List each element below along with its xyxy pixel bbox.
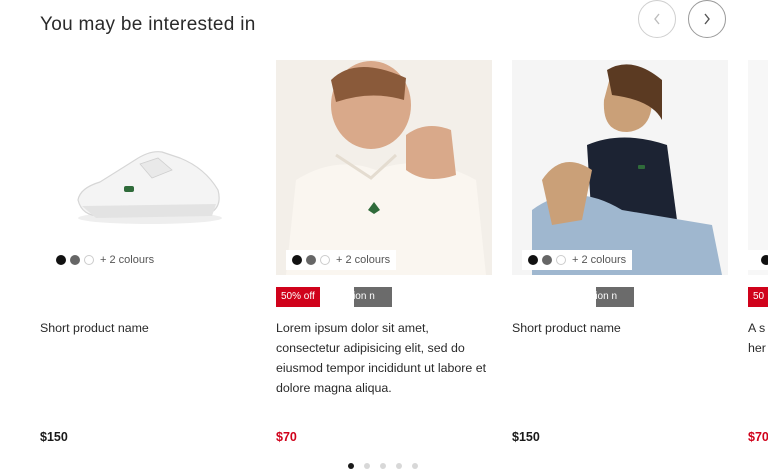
sale-badge: 50% off	[276, 287, 320, 307]
product-image[interactable]	[748, 60, 768, 275]
chevron-left-icon	[654, 13, 660, 25]
product-price: $70	[276, 430, 297, 444]
swatch-black[interactable]	[56, 255, 66, 265]
product-card[interactable]: + 2 colours Short product name $150	[40, 60, 256, 460]
chevron-right-icon	[704, 13, 710, 25]
carousel-pagination	[348, 463, 418, 469]
product-name[interactable]: Lorem ipsum dolor sit amet, consectetur …	[276, 318, 492, 398]
badges: 50% off ection n	[276, 287, 392, 307]
badges: 50	[748, 287, 768, 307]
swatch-grey[interactable]	[306, 255, 316, 265]
badge-spacer	[320, 287, 354, 307]
page-dot[interactable]	[348, 463, 354, 469]
section-title: You may be interested in	[40, 14, 256, 35]
more-colours-label: + 2 colours	[336, 254, 391, 266]
product-card[interactable]: + 2 colours 50% off ection n Lorem ipsum…	[276, 60, 492, 460]
product-price: $150	[512, 430, 540, 444]
swatch-white[interactable]	[84, 255, 94, 265]
collection-badge: ection n	[596, 287, 634, 307]
collection-badge: ection n	[353, 287, 392, 307]
page-dot[interactable]	[396, 463, 402, 469]
carousel-next-button[interactable]	[688, 0, 726, 38]
product-name[interactable]: Short product name	[40, 318, 256, 338]
product-card[interactable]: 50 A s her $70	[748, 60, 768, 460]
product-card[interactable]: + 2 colours ection n Short product name …	[512, 60, 728, 460]
page-dot[interactable]	[412, 463, 418, 469]
badge-spacer	[512, 287, 596, 307]
colour-swatches: + 2 colours	[286, 250, 397, 270]
product-image[interactable]	[40, 60, 256, 275]
product-name[interactable]: Short product name	[512, 318, 728, 338]
product-image[interactable]	[512, 60, 728, 275]
colour-swatches: + 2 colours	[522, 250, 633, 270]
product-name[interactable]: A s her	[748, 318, 768, 358]
more-colours-label: + 2 colours	[100, 254, 155, 266]
swatch-black[interactable]	[528, 255, 538, 265]
swatch-white[interactable]	[320, 255, 330, 265]
product-price: $150	[40, 430, 68, 444]
page-dot[interactable]	[364, 463, 370, 469]
swatch-white[interactable]	[556, 255, 566, 265]
swatch-black[interactable]	[292, 255, 302, 265]
swatch-grey[interactable]	[70, 255, 80, 265]
sale-badge: 50	[748, 287, 768, 307]
badges: ection n	[512, 287, 634, 307]
more-colours-label: + 2 colours	[572, 254, 627, 266]
carousel-prev-button[interactable]	[638, 0, 676, 38]
swatch-grey[interactable]	[542, 255, 552, 265]
product-price: $70	[748, 430, 768, 444]
colour-swatches: + 2 colours	[50, 250, 161, 270]
product-image[interactable]	[276, 60, 492, 275]
page-dot[interactable]	[380, 463, 386, 469]
